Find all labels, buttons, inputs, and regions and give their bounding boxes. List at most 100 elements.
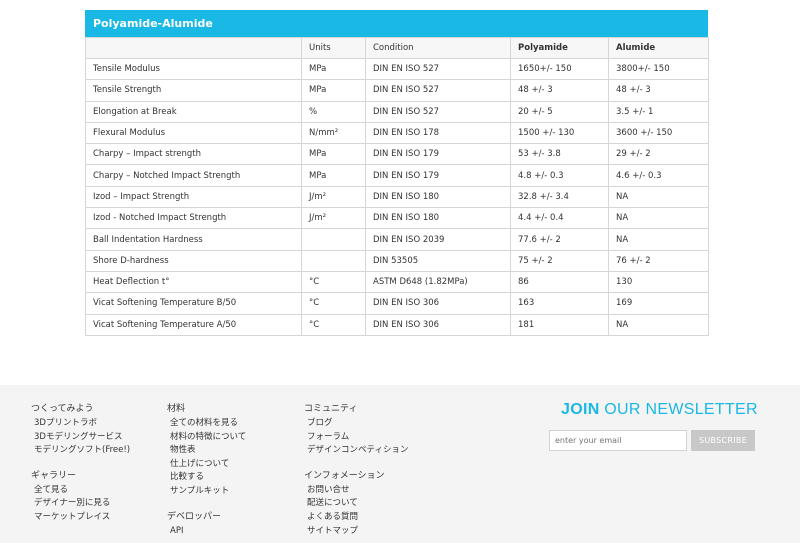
property-cell: Heat Deflection t°	[85, 270, 302, 294]
condition-cell: DIN EN ISO 306	[365, 313, 511, 336]
column-header-units: Units	[301, 37, 366, 59]
units-cell: J/m²	[301, 207, 366, 230]
alumide-value-cell: 4.6 +/- 0.3	[608, 164, 709, 187]
alumide-value-cell: NA	[608, 313, 709, 336]
units-cell: MPa	[301, 79, 366, 102]
table-row: Charpy – Impact strength MPa DIN EN ISO 17…	[85, 143, 709, 166]
alumide-value-cell: 29 +/- 2	[608, 143, 709, 166]
units-cell: MPa	[301, 164, 366, 187]
table-row: Tensile Strength MPa DIN EN ISO 527 48 +/- …	[85, 79, 709, 102]
condition-cell: DIN EN ISO 306	[365, 292, 511, 315]
polyamide-value-cell: 20 +/- 5	[510, 100, 609, 123]
footer-group-spacer	[31, 458, 130, 468]
column-header-polyamide: Polyamide	[510, 37, 609, 59]
footer-group-spacer	[304, 458, 409, 468]
column-header-condition: Condition	[365, 37, 511, 59]
column-header-alumide: Alumide	[608, 37, 709, 59]
condition-cell: DIN EN ISO 178	[365, 121, 511, 145]
units-cell	[301, 249, 366, 272]
footer-link[interactable]: 比較する	[167, 471, 246, 485]
property-cell: Izod – Impact Strength	[85, 185, 302, 209]
polyamide-value-cell: 77.6 +/- 2	[510, 228, 609, 251]
footer-link[interactable]: サンプルキット	[167, 485, 246, 499]
alumide-value-cell: 3600 +/- 150	[608, 121, 709, 145]
condition-cell: DIN EN ISO 179	[365, 164, 511, 187]
footer-link[interactable]: ブログ	[304, 417, 409, 431]
footer-heading: デベロッパー	[167, 511, 222, 522]
table-row: Elongation at Break% DIN EN ISO 527 20 +/-…	[85, 100, 709, 123]
alumide-value-cell: 76 +/- 2	[608, 249, 709, 272]
footer-link[interactable]: API	[167, 525, 246, 539]
footer-link[interactable]: マーケットプレイス	[31, 511, 130, 525]
newsletter-title-bold: JOIN	[561, 401, 600, 418]
units-cell: %	[301, 100, 366, 123]
footer-link[interactable]: 物性表	[167, 444, 246, 458]
table-row: Shore D-hardness DIN 53505 75 +/- 2 76 +/- …	[85, 249, 709, 272]
spec-table-container: Polyamide-Alumide Units Condition Polyam…	[85, 10, 709, 336]
footer-link[interactable]: 3Dモデリングサービス	[31, 431, 130, 445]
polyamide-value-cell: 1650+/- 150	[510, 57, 609, 81]
footer-link[interactable]: デザイナー別に見る	[31, 497, 130, 511]
condition-cell: DIN EN ISO 179	[365, 143, 511, 166]
site-footer: つくってみよう 3Dプリントラボ 3Dモデリングサービス モデリングソフト(Free!…	[0, 385, 800, 543]
alumide-value-cell: 48 +/- 3	[608, 79, 709, 102]
table-row: Izod – Impact Strength J/m² DIN EN ISO 180…	[85, 185, 709, 209]
footer-link[interactable]: 全て見る	[31, 484, 130, 498]
units-cell: N/mm²	[301, 121, 366, 145]
alumide-value-cell: 169	[608, 292, 709, 315]
property-cell: Izod - Notched Impact Strength	[85, 207, 302, 230]
polyamide-value-cell: 4.8 +/- 0.3	[510, 164, 609, 187]
units-cell: MPa	[301, 143, 366, 166]
property-cell: Ball Indentation Hardness	[85, 228, 302, 251]
table-row: Flexural Modulus N/mm² DIN EN ISO 178 1500 …	[85, 121, 709, 145]
footer-link[interactable]: フォーラム	[304, 431, 409, 445]
condition-cell: ASTM D648 (1.82MPa)	[365, 270, 511, 294]
footer-link[interactable]: 全ての材料を見る	[167, 417, 246, 431]
footer-column-3: コミュニティ ブログ フォーラム デザインコンペティション インフォメーション お問い合せ…	[304, 401, 409, 538]
units-cell: °C	[301, 313, 366, 336]
condition-cell: DIN EN ISO 527	[365, 57, 511, 81]
footer-link[interactable]: 配送について	[304, 497, 409, 511]
subscribe-button[interactable]: SUBSCRIBE	[691, 430, 755, 451]
polyamide-value-cell: 53 +/- 3.8	[510, 143, 609, 166]
alumide-value-cell: NA	[608, 207, 709, 230]
table-row: Vicat Softening Temperature B/50 °C DIN EN…	[85, 292, 709, 315]
footer-column-1: つくってみよう 3Dプリントラボ 3Dモデリングサービス モデリングソフト(Free!…	[31, 401, 130, 525]
alumide-value-cell: NA	[608, 185, 709, 209]
table-row: Tensile Modulus MPa DIN EN ISO 527 1650+/- …	[85, 57, 709, 81]
footer-link[interactable]: よくある質問	[304, 511, 409, 525]
footer-group-spacer	[167, 499, 246, 509]
units-cell: J/m²	[301, 185, 366, 209]
property-cell: Charpy – Notched Impact Strength	[85, 164, 302, 187]
alumide-value-cell: NA	[608, 228, 709, 251]
alumide-value-cell: 3.5 +/- 1	[608, 100, 709, 123]
newsletter-title-rest: OUR NEWSLETTER	[599, 401, 758, 418]
table-body: Tensile Modulus MPa DIN EN ISO 527 1650+/- …	[85, 57, 709, 336]
footer-link[interactable]: 3Dプリントラボ	[31, 417, 130, 431]
footer-link[interactable]: モデリングソフト(Free!)	[31, 444, 130, 458]
units-cell: °C	[301, 270, 366, 294]
table-title: Polyamide-Alumide	[85, 10, 708, 37]
footer-link[interactable]: デザインコンペティション	[304, 444, 409, 458]
footer-column-2: 材料 全ての材料を見る 材料の特徴について 物性表 仕上げについて 比較する サンプルキット…	[167, 401, 246, 538]
footer-link[interactable]: お問い合せ	[304, 484, 409, 498]
table-row: Vicat Softening Temperature A/50 °C DIN EN…	[85, 313, 709, 336]
newsletter-email-input[interactable]	[549, 430, 687, 451]
footer-link[interactable]: サイトマップ	[304, 525, 409, 539]
polyamide-value-cell: 86	[510, 270, 609, 294]
units-cell: MPa	[301, 57, 366, 81]
condition-cell: DIN EN ISO 2039	[365, 228, 511, 251]
units-cell	[301, 228, 366, 251]
footer-link[interactable]: 仕上げについて	[167, 458, 246, 472]
property-cell: Tensile Modulus	[85, 57, 302, 81]
property-cell: Flexural Modulus	[85, 121, 302, 145]
table-header-row: Units Condition Polyamide Alumide	[85, 37, 709, 59]
polyamide-value-cell: 48 +/- 3	[510, 79, 609, 102]
condition-cell: DIN EN ISO 527	[365, 100, 511, 123]
footer-link[interactable]: 材料の特徴について	[167, 431, 246, 445]
alumide-value-cell: 130	[608, 270, 709, 294]
footer-heading: コミュニティ	[304, 404, 358, 414]
polyamide-value-cell: 181	[510, 313, 609, 336]
table-row: Charpy – Notched Impact Strength MPa DIN E…	[85, 164, 709, 187]
column-header	[85, 37, 302, 59]
